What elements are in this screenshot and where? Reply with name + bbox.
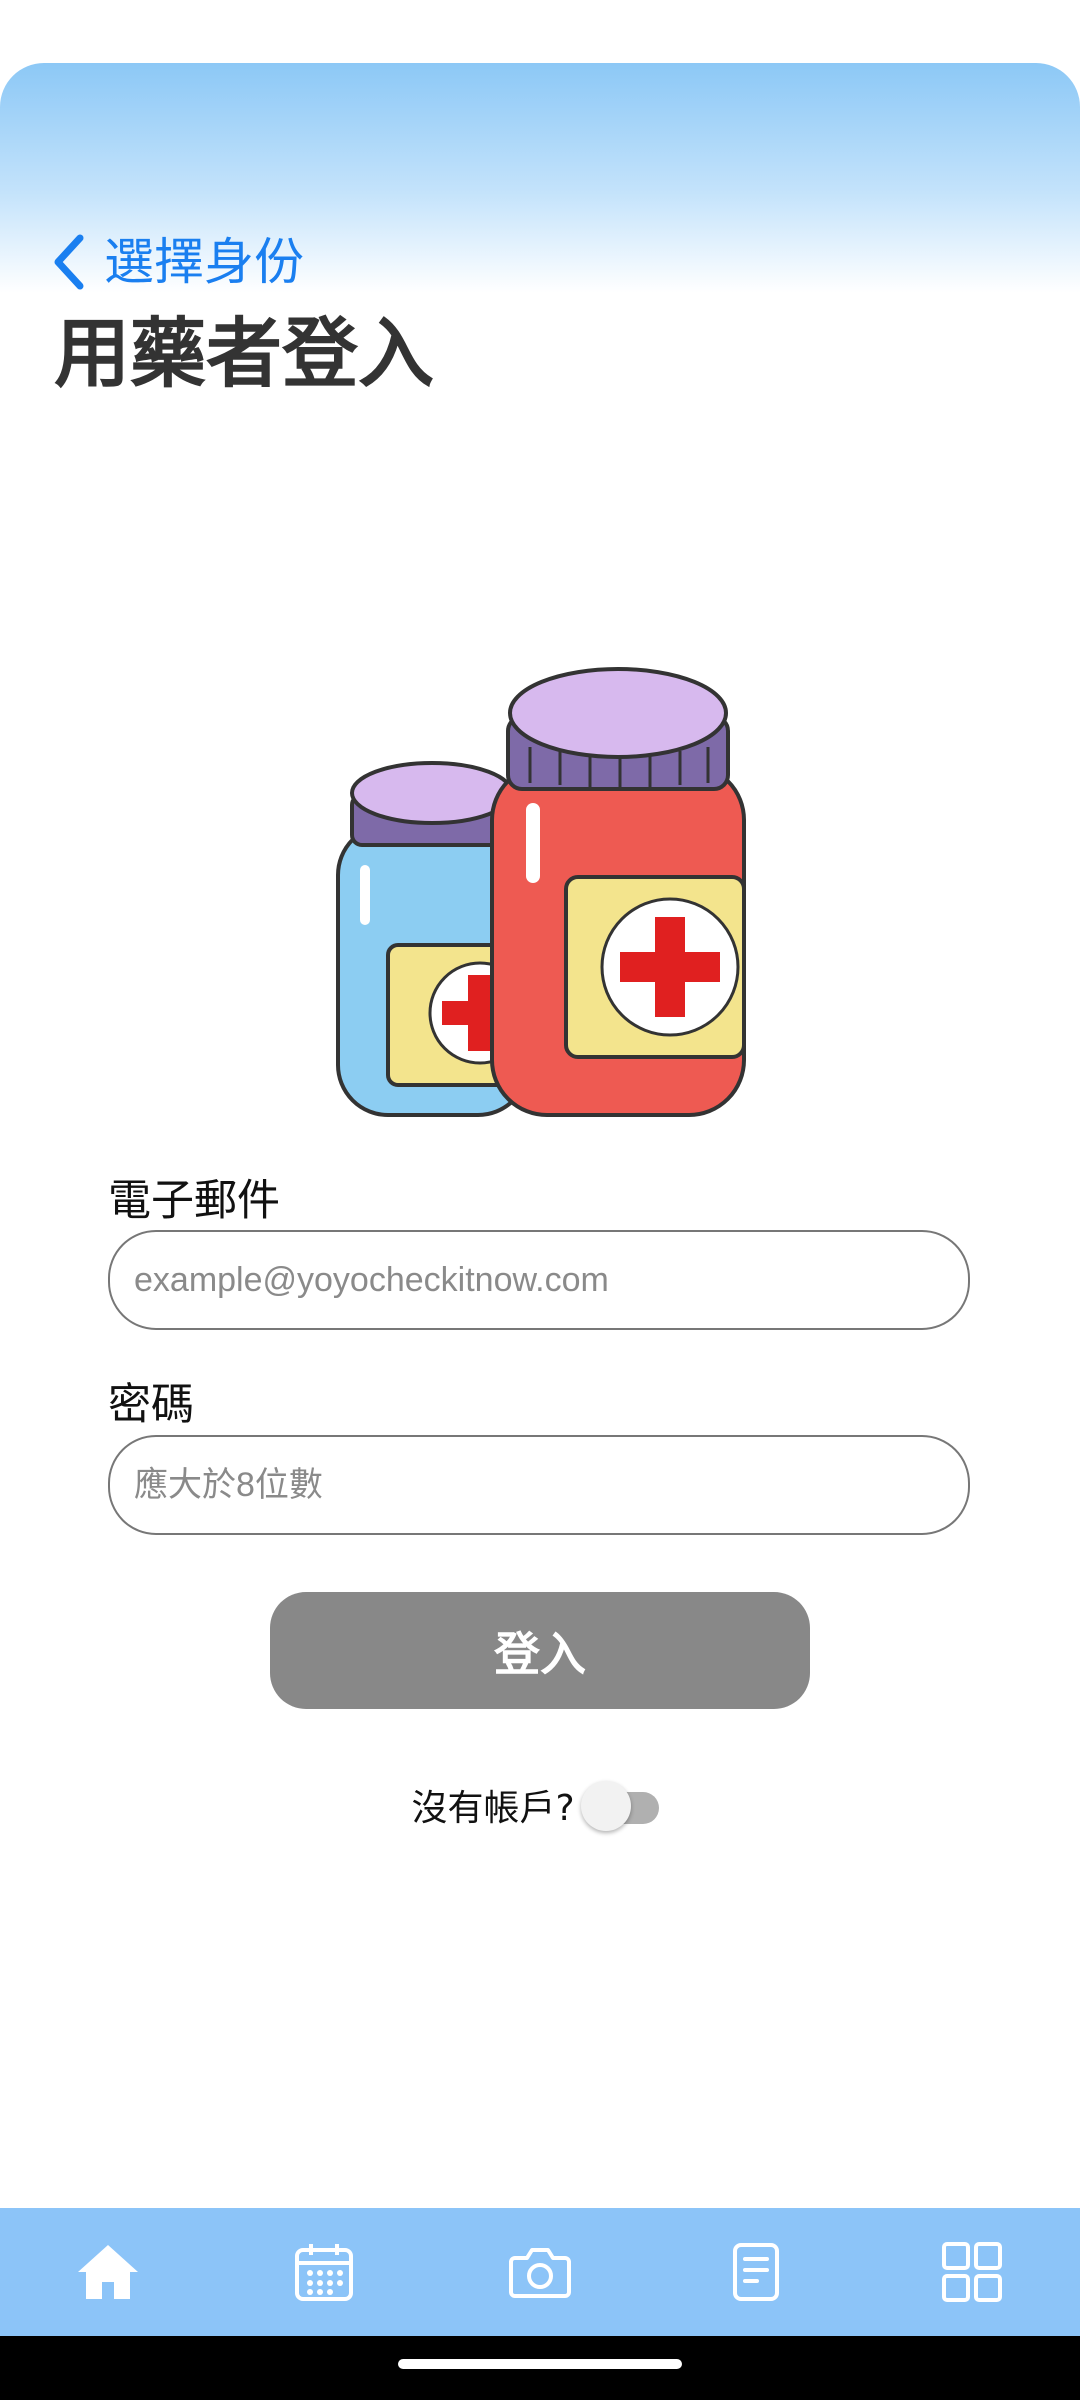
medicine-bottles-icon <box>330 655 750 1125</box>
page-title: 用藥者登入 <box>54 309 434 398</box>
signup-prompt: 沒有帳戶? <box>411 1788 575 1829</box>
calendar-icon <box>293 2241 355 2303</box>
grid-icon <box>941 2241 1003 2303</box>
home-icon <box>76 2242 140 2302</box>
bottom-nav <box>0 2208 1080 2336</box>
signup-row: 沒有帳戶? <box>0 1772 1080 1838</box>
nav-item-camera[interactable] <box>480 2222 600 2322</box>
email-label: 電子郵件 <box>108 1176 280 1226</box>
toggle-thumb <box>580 1781 631 1831</box>
home-gesture-handle[interactable] <box>398 2359 682 2369</box>
back-button[interactable]: 選擇身份 <box>50 222 304 302</box>
login-screen: 選擇身份 用藥者登入 電子郵件 example@yoyocheckitnow.c… <box>0 0 1080 2400</box>
login-button[interactable]: 登入 <box>270 1592 810 1709</box>
signup-toggle[interactable] <box>580 1775 669 1835</box>
email-field[interactable] <box>108 1230 970 1330</box>
gesture-bar <box>0 2336 1080 2400</box>
password-field[interactable] <box>108 1435 970 1535</box>
nav-item-records[interactable] <box>696 2222 816 2322</box>
password-label: 密碼 <box>108 1380 194 1430</box>
chevron-left-icon <box>50 234 86 290</box>
nav-item-more[interactable] <box>912 2222 1032 2322</box>
nav-item-home[interactable] <box>48 2222 168 2322</box>
back-label: 選擇身份 <box>104 233 304 291</box>
status-bar <box>0 0 1080 63</box>
nav-item-calendar[interactable] <box>264 2222 384 2322</box>
camera-icon <box>509 2244 571 2300</box>
document-icon <box>731 2241 781 2303</box>
